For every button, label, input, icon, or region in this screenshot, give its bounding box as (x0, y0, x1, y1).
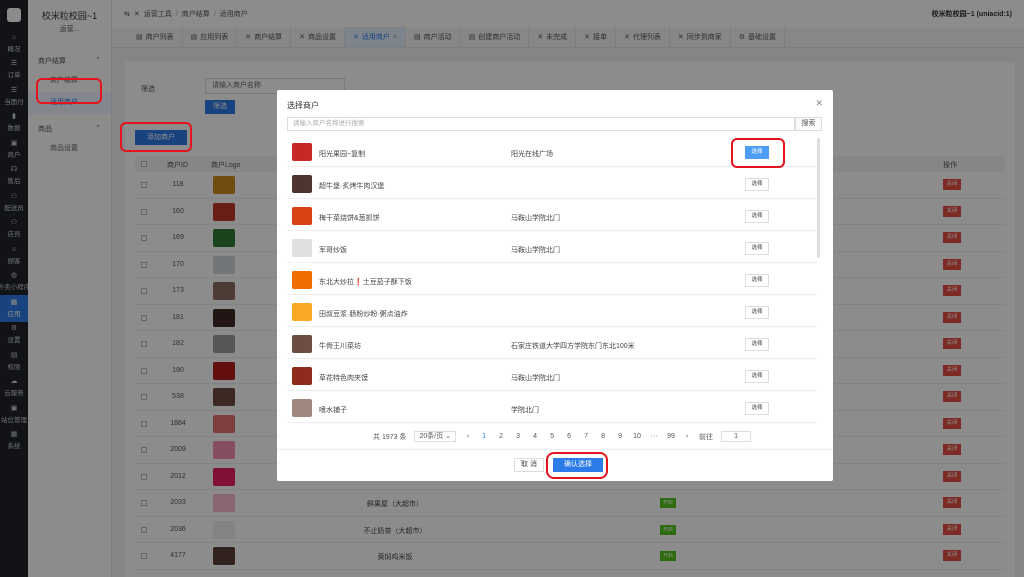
merchant-thumbnail (292, 207, 312, 225)
select-button[interactable]: 选择 (745, 338, 769, 351)
merchant-option: 草花特色肉夹馍 马鞍山学院北门 选择 (287, 362, 817, 391)
select-button[interactable]: 选择 (745, 242, 769, 255)
merchant-option-address: 马鞍山学院北门 (511, 247, 560, 254)
merchant-option: 东北大炒拉❗土豆茄子酥下饭 选择 (287, 266, 817, 295)
merchant-thumbnail (292, 239, 312, 257)
dialog-title: 选择商户 (287, 101, 319, 110)
page-number[interactable]: 99 (667, 433, 675, 440)
page-number[interactable]: 5 (548, 433, 556, 440)
prev-page-icon[interactable]: ‹ (464, 433, 472, 440)
merchant-option: 超牛堡·炙烤牛肉汉堡 选择 (287, 170, 817, 199)
confirm-selection-button[interactable]: 确认选择 (553, 458, 603, 472)
page-number[interactable]: 6 (565, 433, 573, 440)
merchant-option: 军哥炒饭 马鞍山学院北门 选择 (287, 234, 817, 263)
merchant-thumbnail (292, 143, 312, 161)
page-number[interactable]: 3 (514, 433, 522, 440)
select-button[interactable]: 选择 (745, 306, 769, 319)
merchant-option: 嗜水铺子 学院北门 选择 (287, 394, 817, 423)
goto-label: 前往 (699, 433, 714, 441)
pagination: 共 1973 条 20条/页 ⌄ ‹ 1 2 3 4 5 6 7 8 9 10 ··· 99 › 前往… (373, 431, 752, 442)
merchant-option: 牛骨王川菜坊 石家庄铁道大学四方学院东门东北100米 选择 (287, 330, 817, 359)
merchant-option-address: 马鞍山学院北门 (511, 215, 560, 222)
page-number[interactable]: 8 (599, 433, 607, 440)
merchant-option-name: 草花特色肉夹馍 (319, 375, 368, 382)
merchant-option-address: 石家庄铁道大学四方学院东门东北100米 (511, 343, 635, 350)
scrollbar[interactable] (817, 138, 820, 258)
merchant-option-address: 学院北门 (511, 407, 539, 414)
merchant-thumbnail (292, 303, 312, 321)
merchant-option: 阳光果园~复制 阳光在线广场 选择 (287, 138, 817, 167)
search-button[interactable]: 搜索 (795, 117, 822, 131)
page-number[interactable]: 4 (531, 433, 539, 440)
select-button[interactable]: 选择 (745, 402, 769, 415)
goto-page-input[interactable]: 1 (721, 431, 752, 442)
merchant-option-name: 军哥炒饭 (319, 247, 347, 254)
select-button[interactable]: 选择 (745, 146, 769, 159)
merchant-thumbnail (292, 399, 312, 417)
merchant-thumbnail (292, 175, 312, 193)
merchant-option-name: 嗜水铺子 (319, 407, 347, 414)
page-number[interactable]: 2 (497, 433, 505, 440)
merchant-thumbnail (292, 271, 312, 289)
page-number[interactable]: 10 (633, 433, 641, 440)
dialog-divider (277, 449, 833, 450)
merchant-thumbnail (292, 335, 312, 353)
merchant-option-name: 梅干菜烧饼&葱抓饼 (319, 215, 380, 222)
merchant-search-input[interactable]: 请输入商户名称进行搜索 (287, 117, 795, 131)
merchant-option-name: 阳光果园~复制 (319, 151, 366, 158)
close-icon[interactable]: ✕ (815, 98, 823, 109)
page-number[interactable]: 1 (480, 433, 488, 440)
merchant-option-name: 超牛堡·炙烤牛肉汉堡 (319, 183, 385, 190)
next-page-icon[interactable]: › (683, 433, 691, 440)
select-button[interactable]: 选择 (745, 370, 769, 383)
select-button[interactable]: 选择 (745, 210, 769, 223)
merchant-thumbnail (292, 367, 312, 385)
select-merchant-dialog: 选择商户 ✕ 请输入商户名称进行搜索 搜索 阳光果园~复制 阳光在线广场 选择 超牛堡… (277, 90, 833, 481)
select-button[interactable]: 选择 (745, 274, 769, 287)
merchant-option-name: 牛骨王川菜坊 (319, 343, 361, 350)
chevron-down-icon: ⌄ (445, 433, 452, 440)
pagination-total: 共 1973 条 (373, 433, 407, 441)
page-number[interactable]: 9 (616, 433, 624, 440)
merchant-list: 阳光果园~复制 阳光在线广场 选择 超牛堡·炙烤牛肉汉堡 选择 梅干菜烧饼&葱抓饼 马鞍山学… (287, 138, 817, 428)
merchant-option: 梅干菜烧饼&葱抓饼 马鞍山学院北门 选择 (287, 202, 817, 231)
merchant-option-address: 阳光在线广场 (511, 151, 553, 158)
merchant-option-name: 东北大炒拉❗土豆茄子酥下饭 (319, 279, 412, 286)
page-number[interactable]: ··· (650, 433, 658, 440)
page-number[interactable]: 7 (582, 433, 590, 440)
merchant-option-address: 马鞍山学院北门 (511, 375, 560, 382)
page-size-value: 20条/页 (419, 433, 444, 440)
merchant-option-name: 田叔豆浆·肠粉炒粉·粥点油炸 (319, 311, 408, 318)
cancel-button[interactable]: 取 消 (514, 458, 544, 472)
merchant-option: 田叔豆浆·肠粉炒粉·粥点油炸 选择 (287, 298, 817, 327)
select-button[interactable]: 选择 (745, 178, 769, 191)
page-size-select[interactable]: 20条/页 ⌄ (414, 431, 457, 442)
